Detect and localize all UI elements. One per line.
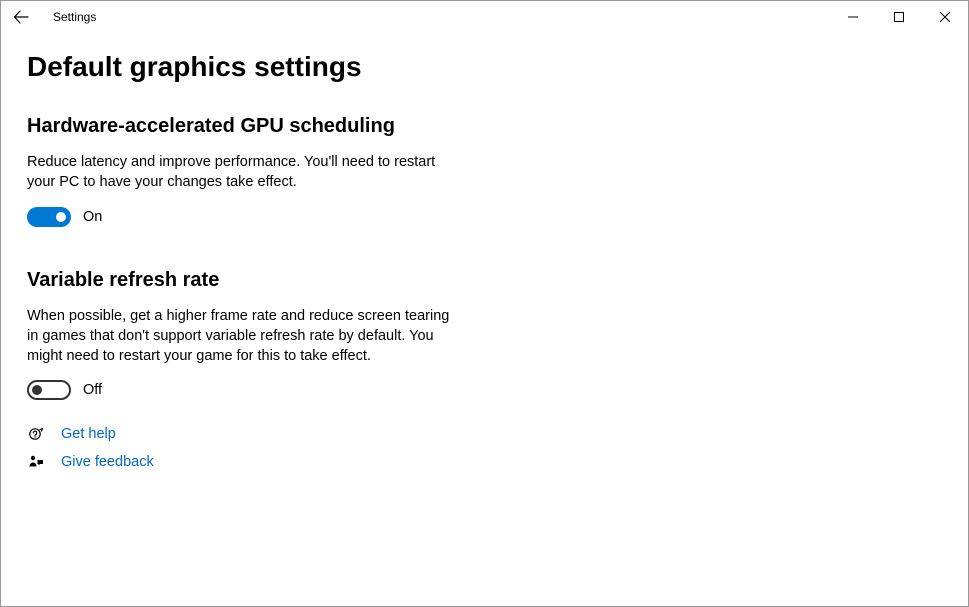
gpu-scheduling-toggle-label: On — [83, 209, 102, 225]
gpu-scheduling-heading: Hardware-accelerated GPU scheduling — [27, 115, 942, 138]
minimize-button[interactable] — [830, 1, 876, 33]
window-title: Settings — [53, 10, 96, 24]
gpu-scheduling-toggle-row: On — [27, 207, 942, 227]
vrr-toggle-row: Off — [27, 380, 942, 400]
help-links: Get help Give feedback — [27, 426, 942, 470]
vrr-toggle-label: Off — [83, 382, 102, 398]
gpu-scheduling-toggle[interactable] — [27, 207, 71, 227]
minimize-icon — [848, 12, 858, 22]
back-arrow-icon — [13, 9, 29, 25]
titlebar: Settings — [1, 1, 968, 33]
page-title: Default graphics settings — [27, 51, 942, 83]
close-icon — [940, 12, 950, 22]
back-button[interactable] — [9, 5, 33, 29]
content-area: Default graphics settings Hardware-accel… — [1, 33, 968, 470]
feedback-icon — [27, 454, 45, 470]
window-controls — [830, 1, 968, 33]
gpu-scheduling-description: Reduce latency and improve performance. … — [27, 152, 457, 193]
titlebar-left: Settings — [9, 5, 96, 29]
give-feedback-row: Give feedback — [27, 454, 942, 470]
vrr-heading: Variable refresh rate — [27, 269, 942, 292]
help-icon — [27, 426, 45, 442]
get-help-link[interactable]: Get help — [61, 426, 116, 442]
vrr-description: When possible, get a higher frame rate a… — [27, 306, 457, 367]
give-feedback-link[interactable]: Give feedback — [61, 454, 154, 470]
get-help-row: Get help — [27, 426, 942, 442]
maximize-button[interactable] — [876, 1, 922, 33]
toggle-thumb — [32, 385, 42, 395]
vrr-toggle[interactable] — [27, 380, 71, 400]
maximize-icon — [894, 12, 904, 22]
close-button[interactable] — [922, 1, 968, 33]
toggle-thumb — [56, 212, 66, 222]
